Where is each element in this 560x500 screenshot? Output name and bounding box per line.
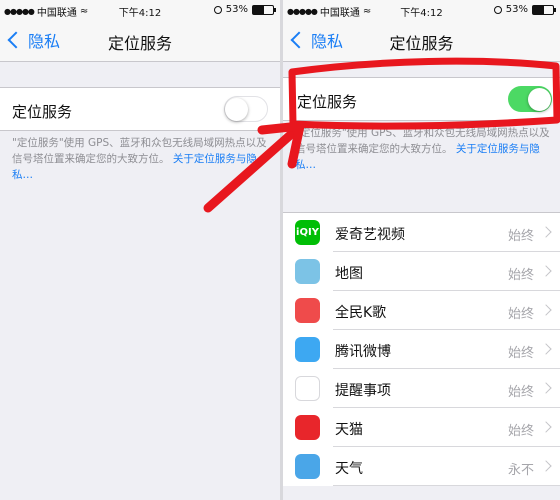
page-title: 定位服务 [389, 34, 454, 53]
rotation-lock-icon [213, 5, 222, 14]
status-bar: ●●●●● 中国联通 ≈ 下午4:12 53% [0, 0, 280, 20]
chevron-right-icon [540, 304, 552, 316]
chevron-right-icon [540, 382, 552, 394]
app-status: 永不 [507, 463, 534, 478]
battery-icon [532, 4, 556, 15]
app-row-tmall[interactable]: 天猫 始终 [283, 408, 560, 447]
location-description: "定位服务"使用 GPS、蓝牙和众包无线局域网热点以及信号塔位置来确定您的大致方… [295, 125, 550, 173]
app-name: 提醒事项 [335, 383, 391, 399]
chevron-right-icon [540, 226, 552, 238]
maps-icon [295, 259, 320, 284]
chevron-right-icon [540, 343, 552, 355]
nav-bar: 隐私 定位服务 [283, 20, 560, 62]
battery-label: 53% [505, 4, 528, 15]
app-list: iQIY 爱奇艺视频 始终 地图 始终 全民K歌 始终 腾讯微博 始终 提醒事项… [283, 212, 560, 486]
battery-label: 53% [225, 4, 248, 15]
app-row-reminders[interactable]: 提醒事项 始终 [283, 369, 560, 408]
app-row-weather[interactable]: 天气 永不 [283, 447, 560, 486]
chevron-right-icon [540, 460, 552, 472]
iqiyi-icon: iQIY [295, 220, 320, 245]
right-screen: ●●●●● 中国联通 ≈ 下午4:12 53% 隐私 定位服务 定位服务 "定位… [283, 0, 560, 500]
app-name: 天猫 [335, 422, 363, 438]
tmall-icon [295, 415, 320, 440]
iqiyi-icon-glyph: iQIY [296, 227, 319, 238]
toggle-knob [225, 98, 248, 121]
reminders-icon [295, 376, 320, 401]
weather-icon [295, 454, 320, 479]
location-services-cell: 定位服务 [283, 77, 560, 121]
nav-bar: 隐私 定位服务 [0, 20, 280, 62]
page-title: 定位服务 [107, 34, 172, 53]
chevron-right-icon [540, 265, 552, 277]
app-name: 爱奇艺视频 [335, 227, 405, 243]
app-status: 始终 [507, 346, 534, 361]
location-services-label: 定位服务 [12, 103, 73, 121]
app-status: 始终 [507, 229, 534, 244]
status-bar: ●●●●● 中国联通 ≈ 下午4:12 53% [283, 0, 560, 20]
app-row-maps[interactable]: 地图 始终 [283, 252, 560, 291]
left-screen: ●●●●● 中国联通 ≈ 下午4:12 53% 隐私 定位服务 定位服务 "定位… [0, 0, 280, 500]
toggle-knob [528, 87, 551, 111]
chevron-right-icon [540, 421, 552, 433]
app-name: 腾讯微博 [335, 344, 391, 360]
app-row-tencent-weibo[interactable]: 腾讯微博 始终 [283, 330, 560, 369]
app-status: 始终 [507, 268, 534, 283]
app-name: 天气 [335, 461, 363, 477]
app-row-kge[interactable]: 全民K歌 始终 [283, 291, 560, 330]
app-status: 始终 [507, 424, 534, 439]
location-services-toggle[interactable] [508, 86, 552, 112]
app-status: 始终 [507, 307, 534, 322]
app-status: 始终 [507, 385, 534, 400]
weibo-icon [295, 337, 320, 362]
rotation-lock-icon [493, 5, 502, 14]
app-row-iqiyi[interactable]: iQIY 爱奇艺视频 始终 [283, 213, 560, 252]
location-services-cell: 定位服务 [0, 87, 280, 131]
location-description: "定位服务"使用 GPS、蓝牙和众包无线局域网热点以及信号塔位置来确定您的大致方… [12, 135, 270, 183]
location-services-label: 定位服务 [297, 93, 358, 111]
kge-icon [295, 298, 320, 323]
battery-icon [252, 4, 276, 15]
app-name: 地图 [335, 266, 363, 282]
app-name: 全民K歌 [335, 305, 387, 321]
location-services-toggle[interactable] [224, 96, 268, 122]
